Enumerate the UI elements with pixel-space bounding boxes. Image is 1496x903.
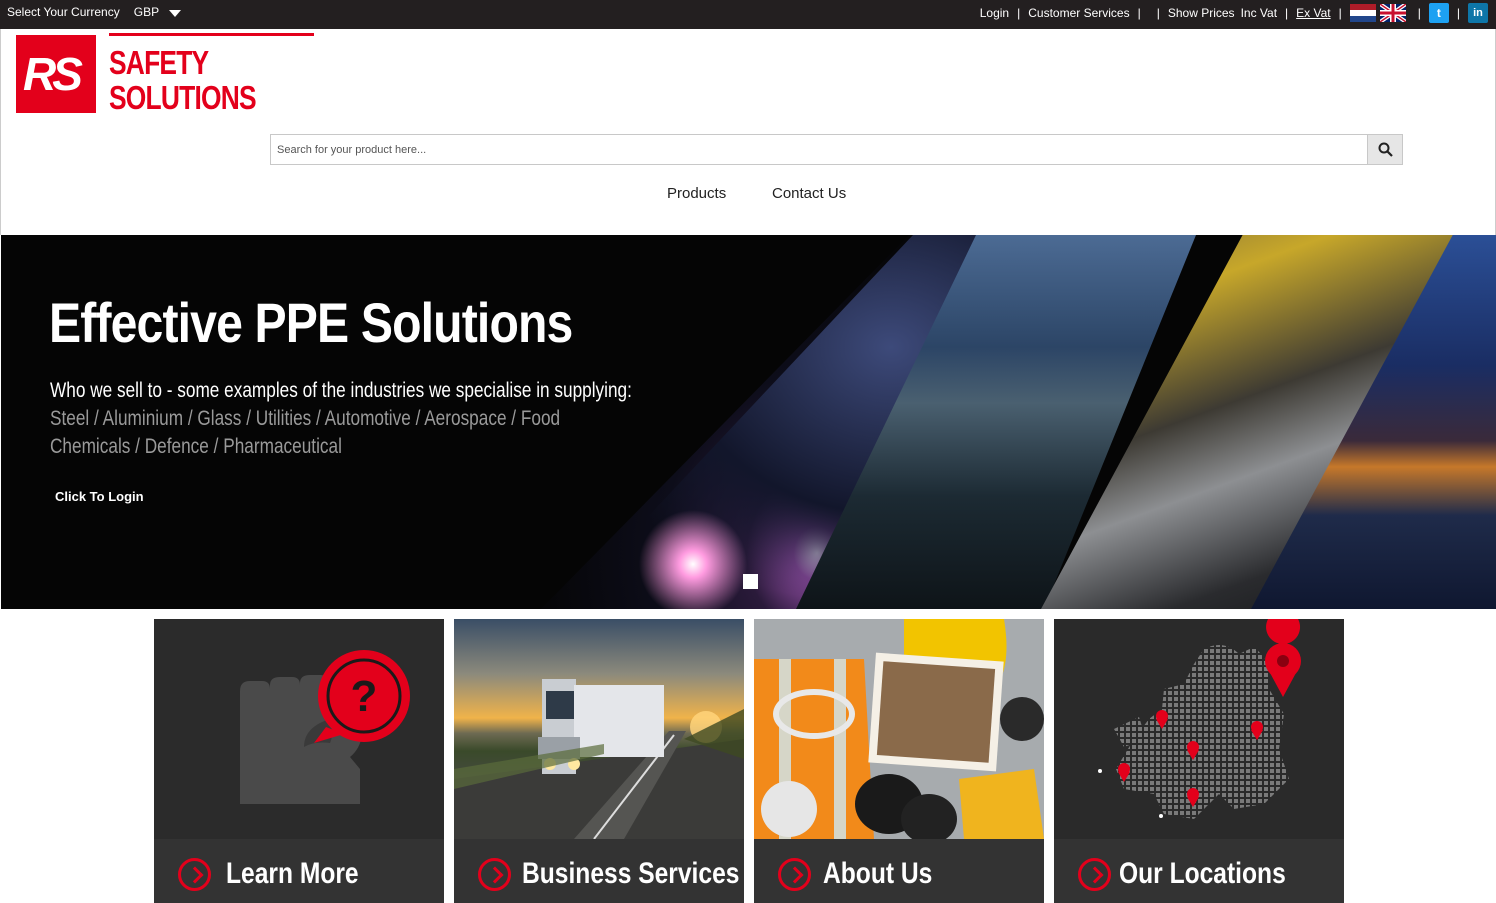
- divider: |: [1285, 6, 1289, 20]
- logo-rule: [109, 33, 314, 36]
- divider: |: [1137, 6, 1141, 20]
- tile-image: [454, 619, 744, 840]
- hero-login-link[interactable]: Click To Login: [55, 489, 144, 504]
- chevron-right-circle-icon: [778, 858, 811, 891]
- chevron-right-circle-icon: [478, 858, 511, 891]
- divider: |: [1456, 6, 1460, 20]
- tile-our-locations[interactable]: Our Locations: [1054, 619, 1344, 903]
- tile-label: About Us: [823, 857, 933, 890]
- divider: |: [1017, 6, 1021, 20]
- dutch-flag-icon[interactable]: [1349, 4, 1376, 22]
- search-bar: [270, 134, 1403, 165]
- customer-services-link[interactable]: Customer Services: [1028, 6, 1129, 20]
- twitter-icon[interactable]: t: [1428, 3, 1449, 23]
- tile-label: Our Locations: [1119, 857, 1286, 890]
- tile-footer: About Us: [754, 839, 1044, 903]
- currency-label: Select Your Currency: [7, 5, 120, 19]
- logo-line-2: SOLUTIONS: [109, 79, 257, 116]
- nav-contact-us[interactable]: Contact Us: [772, 185, 846, 202]
- inc-vat-link[interactable]: Inc Vat: [1241, 6, 1277, 20]
- divider: |: [1338, 6, 1342, 20]
- search-input[interactable]: [271, 135, 1368, 164]
- show-prices-label: Show Prices: [1167, 6, 1235, 20]
- chevron-right-circle-icon: [1078, 858, 1111, 891]
- ppe-collage-image: [754, 619, 1044, 844]
- hero-subtitle: Who we sell to - some examples of the in…: [50, 379, 632, 402]
- nav-products[interactable]: Products: [667, 185, 726, 202]
- search-button[interactable]: [1367, 135, 1402, 164]
- truck-road-image: [454, 679, 744, 840]
- uk-flag-icon[interactable]: [1379, 4, 1406, 22]
- login-link[interactable]: Login: [980, 6, 1009, 20]
- ex-vat-link[interactable]: Ex Vat: [1296, 6, 1330, 20]
- divider: |: [1156, 6, 1160, 20]
- tile-label: Learn More: [226, 857, 359, 890]
- rs-logo[interactable]: RS: [16, 35, 96, 113]
- chevron-right-circle-icon: [178, 858, 211, 891]
- search-icon: [1378, 142, 1393, 157]
- divider: |: [1417, 6, 1421, 20]
- tile-business-services[interactable]: Business Services: [454, 619, 744, 903]
- tile-image: [754, 619, 1044, 844]
- tile-footer: Learn More: [154, 839, 444, 903]
- hero-title: Effective PPE Solutions: [49, 291, 573, 354]
- europe-map-image: [1098, 619, 1301, 819]
- tile-image: [1054, 619, 1344, 839]
- linkedin-icon[interactable]: in: [1468, 3, 1488, 23]
- hero-banner[interactable]: Effective PPE Solutions Who we sell to -…: [1, 235, 1496, 609]
- currency-selector[interactable]: Select Your Currency GBP: [7, 5, 182, 19]
- glove-question-icon: ?: [240, 650, 410, 804]
- uk-flag-graphic: [1379, 4, 1406, 22]
- tile-label: Business Services: [522, 857, 740, 890]
- logo-wordmark[interactable]: SAFETY SOLUTIONS: [109, 44, 257, 116]
- svg-text:?: ?: [351, 672, 378, 721]
- logo-line-1: SAFETY: [109, 44, 209, 81]
- chevron-down-icon[interactable]: [169, 10, 182, 17]
- industries-line-2: Chemicals / Defence / Pharmaceutical: [50, 435, 342, 458]
- currency-value[interactable]: GBP: [134, 5, 182, 19]
- top-bar: Select Your Currency GBP Login | Custome…: [0, 0, 1496, 29]
- site-header: RS SAFETY SOLUTIONS Products Contact Us: [0, 29, 1496, 235]
- tile-about-us[interactable]: About Us: [754, 619, 1044, 903]
- tile-learn-more[interactable]: ? Learn More: [154, 619, 444, 903]
- tile-footer: Business Services: [454, 839, 744, 903]
- logo-mark: RS: [23, 48, 83, 100]
- tile-image: ?: [154, 619, 444, 839]
- industries-line-1: Steel / Aluminium / Glass / Utilities / …: [50, 407, 561, 430]
- carousel-indicator[interactable]: [743, 574, 758, 589]
- tile-footer: Our Locations: [1054, 839, 1344, 903]
